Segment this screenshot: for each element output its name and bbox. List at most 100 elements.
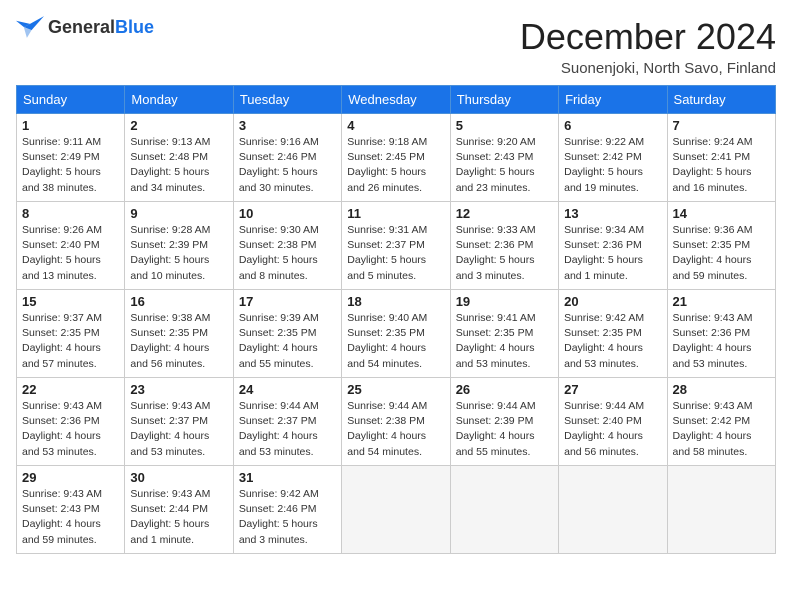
calendar-cell: 27Sunrise: 9:44 AMSunset: 2:40 PMDayligh… <box>559 378 667 466</box>
day-number: 15 <box>22 294 119 309</box>
cell-info: Sunrise: 9:43 AMSunset: 2:42 PMDaylight:… <box>673 399 770 460</box>
calendar-cell: 12 Sunrise: 9:33 AMSunset: 2:36 PMDayligh… <box>450 202 558 290</box>
calendar-cell: 7 Sunrise: 9:24 AMSunset: 2:41 PMDaylight… <box>667 114 775 202</box>
calendar-cell <box>450 466 558 554</box>
cell-info: Sunrise: 9:38 AMSunset: 2:35 PMDaylight:… <box>130 311 227 372</box>
calendar-cell <box>667 466 775 554</box>
day-number: 28 <box>673 382 770 397</box>
day-number: 16 <box>130 294 227 309</box>
calendar-cell: 6 Sunrise: 9:22 AMSunset: 2:42 PMDaylight… <box>559 114 667 202</box>
cell-info: Sunrise: 9:43 AMSunset: 2:37 PMDaylight:… <box>130 399 227 460</box>
day-number: 30 <box>130 470 227 485</box>
cell-info: Sunrise: 9:18 AMSunset: 2:45 PMDaylight:… <box>347 135 444 196</box>
cell-info: Sunrise: 9:13 AMSunset: 2:48 PMDaylight:… <box>130 135 227 196</box>
cell-info: Sunrise: 9:44 AMSunset: 2:39 PMDaylight:… <box>456 399 553 460</box>
week-row: 1 Sunrise: 9:11 AMSunset: 2:49 PMDaylight… <box>17 114 776 202</box>
calendar-cell: 8Sunrise: 9:26 AMSunset: 2:40 PMDaylight… <box>17 202 125 290</box>
cell-info: Sunrise: 9:39 AMSunset: 2:35 PMDaylight:… <box>239 311 336 372</box>
day-number: 3 <box>239 118 336 133</box>
day-number: 29 <box>22 470 119 485</box>
calendar-cell: 23 Sunrise: 9:43 AMSunset: 2:37 PMDayligh… <box>125 378 233 466</box>
cell-info: Sunrise: 9:43 AMSunset: 2:44 PMDaylight:… <box>130 487 227 548</box>
day-of-week-header: Monday <box>125 86 233 114</box>
day-number: 10 <box>239 206 336 221</box>
calendar-header-row: SundayMondayTuesdayWednesdayThursdayFrid… <box>17 86 776 114</box>
day-number: 25 <box>347 382 444 397</box>
calendar-cell: 21 Sunrise: 9:43 AMSunset: 2:36 PMDayligh… <box>667 290 775 378</box>
logo-blue-text: Blue <box>115 17 154 37</box>
cell-info: Sunrise: 9:28 AMSunset: 2:39 PMDaylight:… <box>130 223 227 284</box>
cell-info: Sunrise: 9:43 AMSunset: 2:36 PMDaylight:… <box>22 399 119 460</box>
week-row: 8Sunrise: 9:26 AMSunset: 2:40 PMDaylight… <box>17 202 776 290</box>
month-title: December 2024 <box>520 16 776 58</box>
calendar-cell: 26 Sunrise: 9:44 AMSunset: 2:39 PMDayligh… <box>450 378 558 466</box>
cell-info: Sunrise: 9:30 AMSunset: 2:38 PMDaylight:… <box>239 223 336 284</box>
calendar-cell: 18Sunrise: 9:40 AMSunset: 2:35 PMDayligh… <box>342 290 450 378</box>
calendar-cell <box>559 466 667 554</box>
day-number: 21 <box>673 294 770 309</box>
cell-info: Sunrise: 9:33 AMSunset: 2:36 PMDaylight:… <box>456 223 553 284</box>
day-number: 7 <box>673 118 770 133</box>
cell-info: Sunrise: 9:20 AMSunset: 2:43 PMDaylight:… <box>456 135 553 196</box>
day-of-week-header: Tuesday <box>233 86 341 114</box>
cell-info: Sunrise: 9:43 AMSunset: 2:36 PMDaylight:… <box>673 311 770 372</box>
day-number: 12 <box>456 206 553 221</box>
cell-info: Sunrise: 9:22 AMSunset: 2:42 PMDaylight:… <box>564 135 661 196</box>
week-row: 22Sunrise: 9:43 AMSunset: 2:36 PMDayligh… <box>17 378 776 466</box>
calendar-cell: 17 Sunrise: 9:39 AMSunset: 2:35 PMDayligh… <box>233 290 341 378</box>
calendar-cell: 28 Sunrise: 9:43 AMSunset: 2:42 PMDayligh… <box>667 378 775 466</box>
calendar-cell: 2 Sunrise: 9:13 AMSunset: 2:48 PMDaylight… <box>125 114 233 202</box>
cell-info: Sunrise: 9:26 AMSunset: 2:40 PMDaylight:… <box>22 223 119 284</box>
calendar-cell: 29 Sunrise: 9:43 AMSunset: 2:43 PMDayligh… <box>17 466 125 554</box>
calendar-cell: 24Sunrise: 9:44 AMSunset: 2:37 PMDayligh… <box>233 378 341 466</box>
day-number: 23 <box>130 382 227 397</box>
day-number: 26 <box>456 382 553 397</box>
day-number: 9 <box>130 206 227 221</box>
day-number: 4 <box>347 118 444 133</box>
day-number: 13 <box>564 206 661 221</box>
week-row: 29 Sunrise: 9:43 AMSunset: 2:43 PMDayligh… <box>17 466 776 554</box>
calendar-cell: 20Sunrise: 9:42 AMSunset: 2:35 PMDayligh… <box>559 290 667 378</box>
calendar-cell <box>342 466 450 554</box>
day-of-week-header: Saturday <box>667 86 775 114</box>
week-row: 15 Sunrise: 9:37 AMSunset: 2:35 PMDayligh… <box>17 290 776 378</box>
day-of-week-header: Thursday <box>450 86 558 114</box>
cell-info: Sunrise: 9:44 AMSunset: 2:40 PMDaylight:… <box>564 399 661 460</box>
cell-info: Sunrise: 9:31 AMSunset: 2:37 PMDaylight:… <box>347 223 444 284</box>
calendar-table: SundayMondayTuesdayWednesdayThursdayFrid… <box>16 85 776 554</box>
page-header: GeneralBlue December 2024 Suonenjoki, No… <box>16 16 776 77</box>
cell-info: Sunrise: 9:41 AMSunset: 2:35 PMDaylight:… <box>456 311 553 372</box>
day-number: 19 <box>456 294 553 309</box>
cell-info: Sunrise: 9:34 AMSunset: 2:36 PMDaylight:… <box>564 223 661 284</box>
calendar-cell: 13 Sunrise: 9:34 AMSunset: 2:36 PMDayligh… <box>559 202 667 290</box>
calendar-cell: 22Sunrise: 9:43 AMSunset: 2:36 PMDayligh… <box>17 378 125 466</box>
cell-info: Sunrise: 9:37 AMSunset: 2:35 PMDaylight:… <box>22 311 119 372</box>
location-text: Suonenjoki, North Savo, Finland <box>520 60 776 77</box>
logo-general-text: General <box>48 17 115 37</box>
calendar-cell: 25Sunrise: 9:44 AMSunset: 2:38 PMDayligh… <box>342 378 450 466</box>
calendar-cell: 14Sunrise: 9:36 AMSunset: 2:35 PMDayligh… <box>667 202 775 290</box>
cell-info: Sunrise: 9:11 AMSunset: 2:49 PMDaylight:… <box>22 135 119 196</box>
calendar-cell: 30 Sunrise: 9:43 AMSunset: 2:44 PMDayligh… <box>125 466 233 554</box>
day-number: 6 <box>564 118 661 133</box>
calendar-cell: 15 Sunrise: 9:37 AMSunset: 2:35 PMDayligh… <box>17 290 125 378</box>
day-number: 20 <box>564 294 661 309</box>
title-block: December 2024 Suonenjoki, North Savo, Fi… <box>520 16 776 77</box>
calendar-cell: 11Sunrise: 9:31 AMSunset: 2:37 PMDayligh… <box>342 202 450 290</box>
cell-info: Sunrise: 9:16 AMSunset: 2:46 PMDaylight:… <box>239 135 336 196</box>
calendar-cell: 3 Sunrise: 9:16 AMSunset: 2:46 PMDaylight… <box>233 114 341 202</box>
day-number: 2 <box>130 118 227 133</box>
cell-info: Sunrise: 9:43 AMSunset: 2:43 PMDaylight:… <box>22 487 119 548</box>
day-number: 1 <box>22 118 119 133</box>
cell-info: Sunrise: 9:24 AMSunset: 2:41 PMDaylight:… <box>673 135 770 196</box>
cell-info: Sunrise: 9:36 AMSunset: 2:35 PMDaylight:… <box>673 223 770 284</box>
calendar-cell: 1 Sunrise: 9:11 AMSunset: 2:49 PMDaylight… <box>17 114 125 202</box>
day-of-week-header: Friday <box>559 86 667 114</box>
logo: GeneralBlue <box>16 16 154 38</box>
day-number: 17 <box>239 294 336 309</box>
calendar-cell: 10 Sunrise: 9:30 AMSunset: 2:38 PMDayligh… <box>233 202 341 290</box>
day-number: 5 <box>456 118 553 133</box>
calendar-cell: 9 Sunrise: 9:28 AMSunset: 2:39 PMDaylight… <box>125 202 233 290</box>
day-of-week-header: Sunday <box>17 86 125 114</box>
calendar-cell: 5 Sunrise: 9:20 AMSunset: 2:43 PMDaylight… <box>450 114 558 202</box>
